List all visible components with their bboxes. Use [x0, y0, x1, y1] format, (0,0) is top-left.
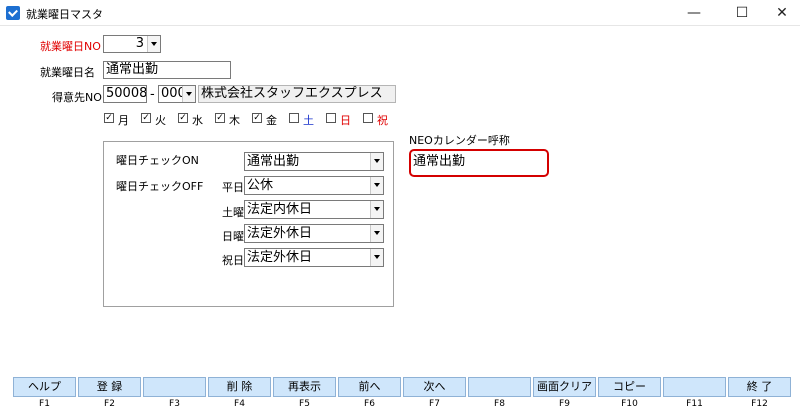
- neo-calendar-label: NEOカレンダー呼称: [409, 134, 510, 147]
- app-icon: [6, 6, 20, 20]
- function-key-caption: F9: [559, 399, 570, 409]
- chevron-down-icon[interactable]: [370, 201, 383, 218]
- chevron-down-icon[interactable]: [370, 153, 383, 170]
- saturday-value: 法定内休日: [247, 202, 313, 217]
- function-key-f3[interactable]: [143, 377, 206, 397]
- function-key-f7[interactable]: 次へ: [403, 377, 466, 397]
- function-key-f10[interactable]: コピー: [598, 377, 661, 397]
- weekday-select[interactable]: 公休: [244, 176, 384, 195]
- client-name-field: 株式会社スタッフエクスプレス: [198, 85, 396, 103]
- day-label: 土: [303, 114, 314, 127]
- function-key-f9[interactable]: 画面クリア: [533, 377, 596, 397]
- client-separator: -: [150, 87, 155, 102]
- chevron-down-icon[interactable]: [370, 249, 383, 266]
- maximize-button[interactable]: ☐: [724, 3, 760, 23]
- checkbox-icon[interactable]: [289, 113, 299, 123]
- day-label: 月: [118, 114, 129, 127]
- workday-name-input[interactable]: 通常出勤: [103, 61, 231, 79]
- client-sub-select[interactable]: 000: [158, 85, 196, 103]
- function-key-caption: F8: [494, 399, 505, 409]
- minimize-button[interactable]: —: [676, 3, 712, 23]
- workday-no-select[interactable]: 3: [103, 35, 161, 53]
- chevron-down-icon[interactable]: [370, 177, 383, 194]
- checkbox-icon[interactable]: ✓: [252, 113, 262, 123]
- sunday-label: 日曜: [222, 230, 244, 243]
- weekday-value: 公休: [247, 178, 274, 193]
- function-key-caption: F11: [686, 399, 703, 409]
- check-on-select[interactable]: 通常出勤: [244, 152, 384, 171]
- chevron-down-icon[interactable]: [370, 225, 383, 242]
- checkbox-icon[interactable]: ✓: [104, 113, 114, 123]
- window-body: 就業曜日NO 3 就業曜日名 通常出勤 得意先NO 500085 - 000 株…: [0, 27, 800, 413]
- function-key-f6[interactable]: 前へ: [338, 377, 401, 397]
- workday-no-value: 3: [135, 36, 144, 51]
- title-bar: 就業曜日マスタ — ☐ ✕: [0, 0, 800, 26]
- function-key-caption: F12: [751, 399, 768, 409]
- day-checkbox-row: ✓ 月 ✓ 火 ✓ 水 ✓ 木 ✓ 金 土 日 祝: [104, 112, 404, 128]
- function-key-caption: F1: [39, 399, 50, 409]
- checkbox-icon[interactable]: [363, 113, 373, 123]
- function-key-f5[interactable]: 再表示: [273, 377, 336, 397]
- holiday-value: 法定外休日: [247, 250, 313, 265]
- function-key-f1[interactable]: ヘルプ: [13, 377, 76, 397]
- window-title: 就業曜日マスタ: [26, 8, 103, 21]
- checkbox-icon[interactable]: ✓: [178, 113, 188, 123]
- weekday-label: 平日: [222, 181, 244, 194]
- saturday-label: 土曜: [222, 206, 244, 219]
- holiday-label: 祝日: [222, 254, 244, 267]
- function-key-bar: ヘルプ F1 登 録 F2 F3 削 除 F4 再表示 F5 前へ F6 次へ F7 F8 画面クリア F9 コ…: [13, 377, 791, 411]
- function-key-f4[interactable]: 削 除: [208, 377, 271, 397]
- sunday-select[interactable]: 法定外休日: [244, 224, 384, 243]
- day-label: 水: [192, 114, 203, 127]
- weekday-check-group: 曜日チェックON 曜日チェックOFF 通常出勤 平日 公休 土曜 法定内休日 日…: [103, 141, 394, 307]
- client-no-input[interactable]: 500085: [103, 85, 147, 103]
- day-label: 火: [155, 114, 166, 127]
- check-on-value: 通常出勤: [247, 154, 300, 169]
- saturday-select[interactable]: 法定内休日: [244, 200, 384, 219]
- close-button[interactable]: ✕: [764, 3, 800, 23]
- function-key-caption: F2: [104, 399, 115, 409]
- checkbox-icon[interactable]: [326, 113, 336, 123]
- neo-calendar-input[interactable]: 通常出勤: [409, 149, 549, 177]
- chevron-down-icon[interactable]: [182, 86, 195, 102]
- function-key-caption: F3: [169, 399, 180, 409]
- checkbox-icon[interactable]: ✓: [141, 113, 151, 123]
- function-key-caption: F10: [621, 399, 638, 409]
- day-label: 祝: [377, 114, 388, 127]
- function-key-f11[interactable]: [663, 377, 726, 397]
- function-key-f12[interactable]: 終 了: [728, 377, 791, 397]
- checkbox-icon[interactable]: ✓: [215, 113, 225, 123]
- client-no-label: 得意先NO: [52, 91, 102, 104]
- function-key-caption: F4: [234, 399, 245, 409]
- function-key-caption: F6: [364, 399, 375, 409]
- function-key-caption: F5: [299, 399, 310, 409]
- workday-name-label: 就業曜日名: [40, 66, 95, 79]
- day-label: 金: [266, 114, 277, 127]
- function-key-f2[interactable]: 登 録: [78, 377, 141, 397]
- chevron-down-icon[interactable]: [147, 36, 160, 52]
- holiday-select[interactable]: 法定外休日: [244, 248, 384, 267]
- function-key-f8[interactable]: [468, 377, 531, 397]
- workday-no-label: 就業曜日NO: [40, 40, 101, 53]
- day-label: 日: [340, 114, 351, 127]
- function-key-caption: F7: [429, 399, 440, 409]
- check-off-label: 曜日チェックOFF: [116, 180, 204, 193]
- day-label: 木: [229, 114, 240, 127]
- check-on-label: 曜日チェックON: [116, 154, 199, 167]
- sunday-value: 法定外休日: [247, 226, 313, 241]
